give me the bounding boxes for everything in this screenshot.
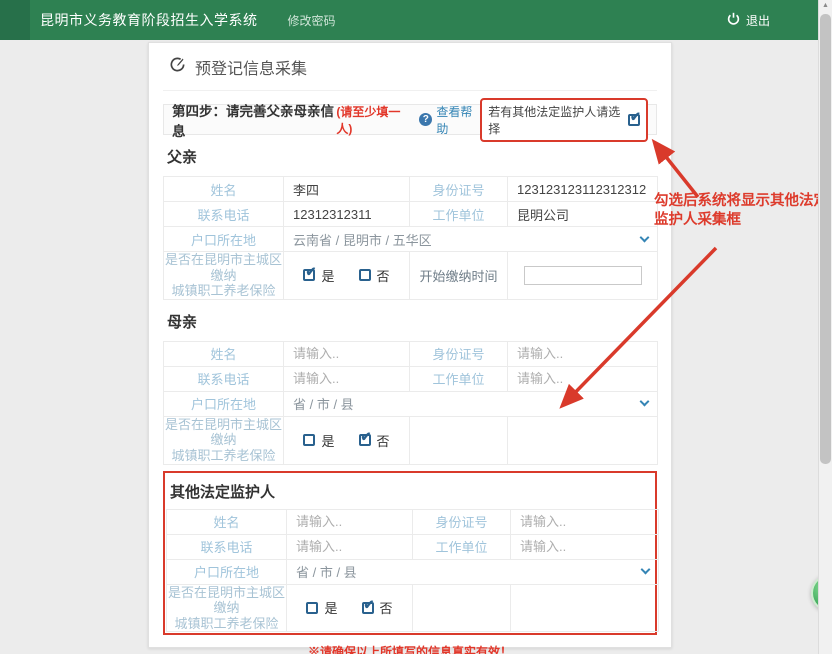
help-label: 查看帮助	[436, 103, 480, 137]
father-section: 父亲 姓名 身份证号 联系电话 工作单位 户口所在地 云南省 / 昆明市 / 五…	[163, 135, 657, 300]
checkbox-icon	[303, 269, 315, 281]
edit-icon	[169, 56, 186, 78]
other-residence-select[interactable]: 省 / 市 / 县	[287, 562, 658, 581]
other-insurance-yes[interactable]: 是	[306, 598, 337, 617]
scrollbar[interactable]: ▲	[818, 0, 832, 654]
table-row: 是否在昆明市主城区缴纳城镇职工养老保险 是 否	[164, 416, 658, 464]
other-work-input[interactable]	[511, 535, 658, 558]
table-row: 姓名 身份证号	[164, 341, 658, 366]
father-insurance-yes[interactable]: 是	[303, 266, 334, 285]
father-insurance-no[interactable]: 否	[359, 266, 390, 285]
logout-button[interactable]: 退出	[727, 12, 770, 29]
validity-warning: ※请确保以上所填写的信息真实有效！	[163, 635, 657, 654]
other-guardian-checkbox[interactable]: 若有其他法定监护人请选择	[480, 98, 648, 142]
app-title: 昆明市义务教育阶段招生入学系统	[40, 10, 258, 30]
chevron-down-icon	[641, 565, 651, 575]
mother-work-input[interactable]	[508, 367, 657, 390]
work-label: 工作单位	[413, 534, 511, 559]
page-title-row: 预登记信息采集	[163, 43, 657, 91]
top-navigation-bar: 昆明市义务教育阶段招生入学系统 修改密码 退出	[0, 0, 818, 40]
father-id-input[interactable]	[508, 178, 657, 201]
change-password-link[interactable]: 修改密码	[288, 12, 336, 29]
mother-name-input[interactable]	[284, 342, 409, 365]
other-name-input[interactable]	[287, 510, 412, 533]
table-row: 联系电话 工作单位	[164, 202, 658, 227]
annotation-note: 勾选后系统将显示其他法定监护人采集框	[654, 192, 832, 230]
mother-section-title: 母亲	[163, 300, 657, 341]
name-label: 姓名	[167, 509, 287, 534]
step-header: 第四步：请完善父亲母亲信息 (请至少填一人) ? 查看帮助 若有其他法定监护人请…	[163, 104, 657, 135]
scrollbar-up-arrow[interactable]: ▲	[822, 2, 829, 9]
mother-section: 母亲 姓名 身份证号 联系电话 工作单位 户口所在地 省 / 市 / 县	[163, 300, 657, 465]
mother-insurance-yes[interactable]: 是	[303, 431, 334, 450]
page-title: 预登记信息采集	[195, 55, 307, 79]
other-guardian-section: 其他法定监护人 姓名 身份证号 联系电话 工作单位 户口所在地 省 / 市 / …	[163, 471, 657, 636]
table-row: 姓名 身份证号	[167, 509, 659, 534]
mother-table: 姓名 身份证号 联系电话 工作单位 户口所在地 省 / 市 / 县	[163, 341, 658, 465]
name-label: 姓名	[164, 177, 284, 202]
father-name-input[interactable]	[284, 178, 409, 201]
father-table: 姓名 身份证号 联系电话 工作单位 户口所在地 云南省 / 昆明市 / 五华区	[163, 176, 658, 300]
phone-label: 联系电话	[164, 202, 284, 227]
table-row: 姓名 身份证号	[164, 177, 658, 202]
step-note: (请至少填一人)	[336, 103, 411, 137]
pay-start-label: 开始缴纳时间	[410, 252, 508, 300]
checkbox-icon	[306, 602, 318, 614]
other-guardian-section-title: 其他法定监护人	[166, 473, 654, 509]
table-row: 联系电话 工作单位	[167, 534, 659, 559]
other-residence-value: 省 / 市 / 县	[296, 562, 357, 581]
table-row: 户口所在地 云南省 / 昆明市 / 五华区	[164, 227, 658, 252]
name-label: 姓名	[164, 341, 284, 366]
residence-label: 户口所在地	[164, 391, 284, 416]
mother-insurance-no[interactable]: 否	[359, 431, 390, 450]
power-icon	[727, 12, 740, 28]
checkbox-icon	[362, 602, 374, 614]
other-guardian-table: 姓名 身份证号 联系电话 工作单位 户口所在地 省 / 市 / 县	[166, 509, 659, 633]
father-residence-select[interactable]: 云南省 / 昆明市 / 五华区	[284, 230, 657, 249]
id-label: 身份证号	[410, 341, 508, 366]
residence-label: 户口所在地	[164, 227, 284, 252]
help-link[interactable]: ? 查看帮助	[419, 103, 480, 137]
logout-label: 退出	[746, 12, 770, 29]
father-work-input[interactable]	[508, 203, 657, 226]
chevron-down-icon	[640, 397, 650, 407]
checkbox-icon	[359, 269, 371, 281]
phone-label: 联系电话	[167, 534, 287, 559]
residence-label: 户口所在地	[167, 559, 287, 584]
other-insurance-no[interactable]: 否	[362, 598, 393, 617]
work-label: 工作单位	[410, 202, 508, 227]
table-row: 是否在昆明市主城区缴纳城镇职工养老保险 是 否 开始缴纳时间	[164, 252, 658, 300]
guardian-checkbox-label: 若有其他法定监护人请选择	[488, 103, 622, 137]
mother-residence-value: 省 / 市 / 县	[293, 394, 354, 413]
chevron-down-icon	[640, 232, 650, 242]
phone-label: 联系电话	[164, 366, 284, 391]
question-icon: ?	[419, 113, 432, 126]
other-phone-input[interactable]	[287, 535, 412, 558]
checkbox-icon	[628, 114, 640, 126]
checkbox-icon	[359, 434, 371, 446]
mother-id-input[interactable]	[508, 342, 657, 365]
id-label: 身份证号	[410, 177, 508, 202]
father-residence-value: 云南省 / 昆明市 / 五华区	[293, 230, 432, 249]
mother-residence-select[interactable]: 省 / 市 / 县	[284, 394, 657, 413]
father-pay-start-input[interactable]	[524, 266, 642, 285]
work-label: 工作单位	[410, 366, 508, 391]
id-label: 身份证号	[413, 509, 511, 534]
logo-block	[0, 0, 30, 40]
insurance-label: 是否在昆明市主城区缴纳城镇职工养老保险	[164, 252, 284, 300]
form-card: 预登记信息采集 第四步：请完善父亲母亲信息 (请至少填一人) ? 查看帮助 若有…	[148, 42, 672, 648]
checkbox-icon	[303, 434, 315, 446]
table-row: 是否在昆明市主城区缴纳城镇职工养老保险 是 否	[167, 584, 659, 632]
step-title: 第四步：请完善父亲母亲信息	[172, 100, 336, 140]
table-row: 户口所在地 省 / 市 / 县	[164, 391, 658, 416]
insurance-label: 是否在昆明市主城区缴纳城镇职工养老保险	[164, 416, 284, 464]
insurance-label: 是否在昆明市主城区缴纳城镇职工养老保险	[167, 584, 287, 632]
other-id-input[interactable]	[511, 510, 658, 533]
scrollbar-thumb[interactable]	[820, 14, 831, 464]
mother-phone-input[interactable]	[284, 367, 409, 390]
table-row: 户口所在地 省 / 市 / 县	[167, 559, 659, 584]
table-row: 联系电话 工作单位	[164, 366, 658, 391]
father-phone-input[interactable]	[284, 203, 409, 226]
